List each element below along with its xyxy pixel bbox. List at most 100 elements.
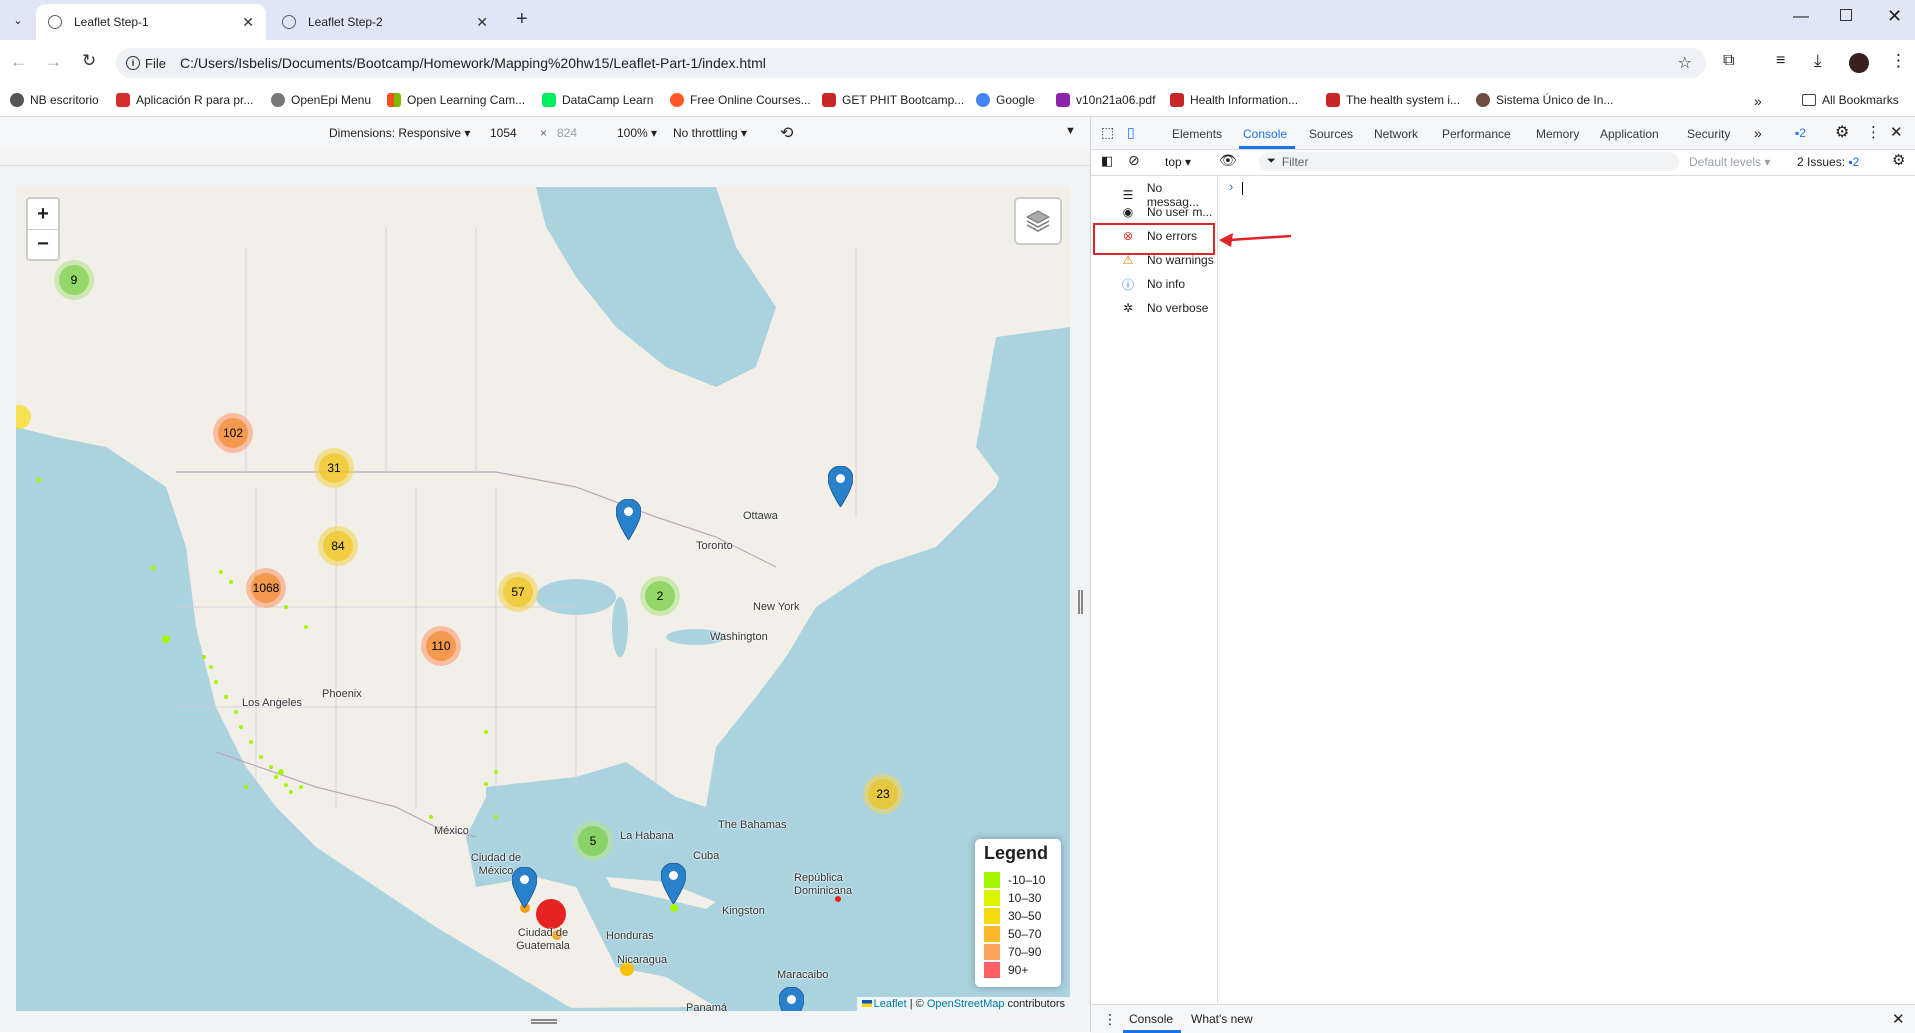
inspect-icon[interactable]: ⬚: [1101, 124, 1114, 141]
avatar[interactable]: [1849, 53, 1869, 73]
bookmark-item[interactable]: Google: [976, 93, 1035, 107]
map-pin-icon[interactable]: [779, 987, 804, 1011]
minimize-button[interactable]: —: [1793, 8, 1809, 26]
tab-leaflet-step-1[interactable]: Leaflet Step-1 ✕: [36, 4, 266, 40]
media-icon[interactable]: ≡: [1776, 52, 1785, 70]
tab-application[interactable]: Application: [1600, 127, 1659, 141]
leaflet-link[interactable]: Leaflet: [874, 998, 907, 1010]
map-pin-icon[interactable]: [661, 863, 686, 904]
zoom-out-button[interactable]: −: [28, 230, 58, 259]
tab-elements[interactable]: Elements: [1172, 127, 1222, 141]
reload-icon[interactable]: ↻: [82, 51, 96, 71]
marker-cluster[interactable]: 5: [573, 821, 613, 861]
extensions-icon[interactable]: ⧉: [1723, 52, 1734, 70]
download-icon[interactable]: ⤓: [1814, 51, 1822, 71]
marker-cluster[interactable]: 57: [498, 572, 538, 612]
marker-cluster[interactable]: 9: [54, 260, 94, 300]
resize-handle-bottom[interactable]: [531, 1019, 557, 1024]
place-label: The Bahamas: [718, 819, 787, 831]
tab-memory[interactable]: Memory: [1536, 127, 1579, 141]
close-tab-icon[interactable]: ✕: [476, 14, 488, 31]
tab-network[interactable]: Network: [1374, 127, 1418, 141]
restore-button[interactable]: [1840, 9, 1852, 21]
clear-console-icon[interactable]: ⊘: [1128, 152, 1140, 169]
back-icon[interactable]: ←: [10, 52, 27, 72]
levels-select[interactable]: Default levels ▾: [1689, 155, 1770, 169]
tab-console[interactable]: Console: [1243, 127, 1287, 141]
bookmark-item[interactable]: Aplicación R para pr...: [116, 93, 253, 107]
sidebar-item-user-messages[interactable]: ◉ No user m...: [1121, 205, 1213, 219]
sidebar-item-info[interactable]: ⓘ No info: [1121, 277, 1185, 292]
close-drawer-icon[interactable]: ✕: [1892, 1010, 1905, 1028]
bookmark-item[interactable]: Sistema Único de In...: [1476, 93, 1613, 107]
context-select[interactable]: top ▾: [1165, 155, 1191, 169]
user-icon: ◉: [1122, 205, 1134, 219]
marker-cluster[interactable]: 84: [318, 526, 358, 566]
width-input[interactable]: 1054: [490, 126, 517, 140]
height-input[interactable]: 824: [557, 126, 577, 140]
map-pin-icon[interactable]: [616, 499, 641, 540]
bookmark-item[interactable]: Free Online Courses...: [670, 93, 811, 107]
device-options-icon[interactable]: ▼: [1065, 125, 1076, 137]
close-window-button[interactable]: ✕: [1887, 6, 1902, 27]
more-bookmarks-icon[interactable]: »: [1754, 93, 1762, 109]
sidebar-toggle-icon[interactable]: ◧: [1101, 153, 1113, 169]
rotate-icon[interactable]: ⟲: [780, 123, 793, 143]
site-info-chip[interactable]: i File: [126, 56, 166, 71]
tab-search-button[interactable]: ⌄: [6, 8, 30, 32]
sidebar-item-warnings[interactable]: ⚠ No warnings: [1121, 253, 1214, 267]
new-tab-button[interactable]: +: [516, 8, 528, 30]
forward-icon[interactable]: →: [45, 52, 62, 72]
bookmark-item[interactable]: Health Information...: [1170, 93, 1298, 107]
close-devtools-icon[interactable]: ✕: [1890, 123, 1903, 141]
filter-input[interactable]: ⏷ Filter: [1259, 152, 1679, 171]
tab-performance[interactable]: Performance: [1442, 127, 1511, 141]
leaflet-map[interactable]: 9 102 31 84 1068 57 110 2 23 5 Ottawa To…: [16, 187, 1070, 1011]
zoom-select[interactable]: 100% ▾: [617, 126, 657, 140]
all-bookmarks[interactable]: All Bookmarks: [1802, 93, 1899, 107]
bookmark-item[interactable]: OpenEpi Menu: [271, 93, 371, 107]
close-tab-icon[interactable]: ✕: [242, 14, 254, 31]
bookmark-item[interactable]: Open Learning Cam...: [387, 93, 525, 107]
dimensions-select[interactable]: Dimensions: Responsive ▾: [329, 126, 470, 140]
marker-cluster[interactable]: 23: [863, 774, 903, 814]
more-tabs-icon[interactable]: »: [1754, 125, 1762, 141]
marker-cluster[interactable]: 110: [421, 626, 461, 666]
settings-icon[interactable]: ⚙: [1835, 122, 1849, 142]
devtools-menu-icon[interactable]: ⋮: [1866, 123, 1881, 141]
marker-cluster[interactable]: 31: [314, 448, 354, 488]
issues-badge[interactable]: ▪2: [1795, 126, 1806, 140]
tab-sources[interactable]: Sources: [1309, 127, 1353, 141]
bookmark-item[interactable]: v10n21a06.pdf: [1056, 93, 1155, 107]
place-label: Honduras: [606, 930, 654, 942]
marker-cluster[interactable]: 2: [640, 576, 680, 616]
eye-icon[interactable]: 👁: [1219, 152, 1237, 169]
url-text[interactable]: C:/Users/Isbelis/Documents/Bootcamp/Home…: [180, 55, 766, 71]
layers-control[interactable]: [1014, 197, 1062, 245]
marker-cluster[interactable]: 102: [213, 413, 253, 453]
map-pin-icon[interactable]: [828, 466, 853, 507]
resize-handle-right[interactable]: [1078, 590, 1083, 614]
drawer-tab-console[interactable]: Console: [1129, 1012, 1173, 1026]
drawer-tab-whats-new[interactable]: What's new: [1191, 1012, 1253, 1026]
console-prompt[interactable]: ›: [1229, 179, 1233, 194]
osm-link[interactable]: OpenStreetMap: [927, 998, 1005, 1010]
issues-link[interactable]: 2 Issues: ▪2: [1797, 155, 1859, 169]
browser-menu-icon[interactable]: ⋮: [1890, 51, 1907, 71]
tab-security[interactable]: Security: [1687, 127, 1730, 141]
bookmark-item[interactable]: GET PHIT Bootcamp...: [822, 93, 964, 107]
tab-leaflet-step-2[interactable]: Leaflet Step-2 ✕: [270, 4, 500, 40]
device-toggle-icon[interactable]: ▯: [1127, 124, 1135, 141]
star-icon[interactable]: ☆: [1678, 53, 1692, 73]
bookmark-item[interactable]: The health system i...: [1326, 93, 1460, 107]
marker-cluster[interactable]: 1068: [246, 568, 286, 608]
zoom-in-button[interactable]: +: [28, 199, 58, 230]
bookmark-item[interactable]: NB escritorio: [10, 93, 99, 107]
address-bar[interactable]: i File C:/Users/Isbelis/Documents/Bootca…: [116, 48, 1706, 78]
bookmark-icon: [670, 93, 684, 107]
drawer-menu-icon[interactable]: ⋮: [1103, 1011, 1117, 1028]
sidebar-item-verbose[interactable]: ✲ No verbose: [1121, 301, 1208, 315]
console-settings-icon[interactable]: ⚙: [1892, 151, 1905, 169]
throttle-select[interactable]: No throttling ▾: [673, 126, 747, 140]
bookmark-item[interactable]: DataCamp Learn: [542, 93, 653, 107]
